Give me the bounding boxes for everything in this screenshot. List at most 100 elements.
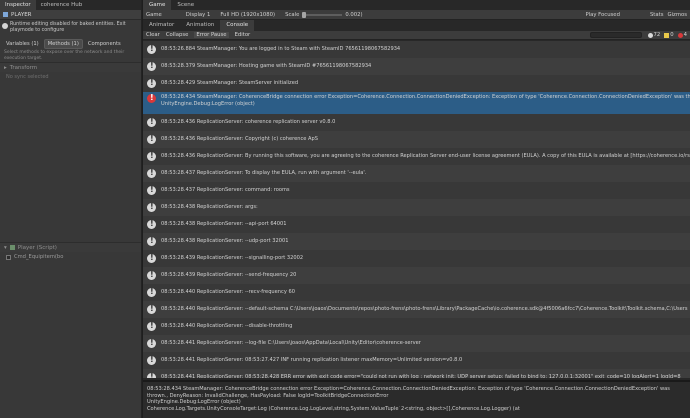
player-script-header[interactable]: ▾ Player (Script) — [0, 242, 141, 252]
play-mode-dropdown[interactable]: Play Focused — [585, 12, 619, 18]
log-entry-line: 08:53:28.429 SteamManager: SteamServer i… — [161, 80, 299, 87]
log-counts: 72 0 4 — [647, 32, 687, 38]
log-entry[interactable]: 08:53:28.438 ReplicationServer: --api-po… — [143, 216, 690, 233]
console-toolbar: Clear Collapse Error Pause Editor 72 0 4 — [143, 31, 690, 40]
transform-label: Transform — [9, 64, 38, 71]
error-count-toggle[interactable]: 4 — [677, 32, 687, 38]
log-entry[interactable]: 08:53:28.429 SteamManager: SteamServer i… — [143, 75, 690, 92]
view-tab-bar: Game Scene — [143, 0, 690, 10]
display-dropdown[interactable]: Display 1 — [186, 12, 211, 18]
log-entry[interactable]: 08:53:28.434 SteamManager: CoherenceBrid… — [143, 92, 690, 114]
log-entry-text: 08:53:28.436 ReplicationServer: coherenc… — [161, 119, 335, 126]
log-entry[interactable]: 08:53:28.437 ReplicationServer: command:… — [143, 182, 690, 199]
info-icon — [2, 23, 8, 29]
method-checkbox[interactable] — [6, 254, 11, 260]
info-count-toggle[interactable]: 72 — [647, 32, 661, 38]
tab-animator[interactable]: Animator — [143, 20, 180, 31]
console-log-list[interactable]: 08:53:26.884 SteamManager: You are logge… — [143, 41, 690, 378]
log-entry[interactable]: 08:53:28.439 ReplicationServer: --send-f… — [143, 267, 690, 284]
scale-slider[interactable] — [302, 11, 343, 18]
log-entry-line: 08:53:28.440 ReplicationServer: --disabl… — [161, 323, 293, 330]
log-entry-text: 08:53:28.440 ReplicationServer: --defaul… — [161, 306, 688, 313]
transform-hint: No sync selected — [6, 74, 49, 80]
editor-dropdown[interactable]: Editor — [235, 32, 251, 38]
clear-button[interactable]: Clear — [146, 32, 160, 38]
detail-line: 08:53:28.434 SteamManager: CoherenceBrid… — [147, 386, 670, 392]
tab-game[interactable]: Game — [143, 0, 172, 10]
log-entry-line: 08:53:28.441 ReplicationServer: 08:53:27… — [161, 357, 463, 364]
inspector-panel: Inspector coherence Hub PLAYER Runtime e… — [0, 0, 142, 418]
log-entry[interactable]: 08:53:28.439 ReplicationServer: --signal… — [143, 250, 690, 267]
info-count: 72 — [653, 32, 661, 38]
log-entry-text: 08:53:28.429 SteamManager: SteamServer i… — [161, 80, 298, 87]
subtab-components[interactable]: Components — [85, 40, 124, 48]
log-entry-line: 08:53:28.436 ReplicationServer: Copyrigh… — [161, 136, 319, 143]
log-entry-line: 08:53:28.439 ReplicationServer: --signal… — [161, 255, 304, 262]
error-icon — [677, 32, 683, 38]
log-entry[interactable]: 08:53:28.379 SteamManager: Hosting game … — [143, 58, 690, 75]
log-entry[interactable]: 08:53:28.436 ReplicationServer: coherenc… — [143, 114, 690, 131]
info-icon — [147, 219, 156, 229]
tab-coherence-hub[interactable]: coherence Hub — [36, 0, 88, 10]
tab-console[interactable]: Console — [220, 20, 255, 31]
log-entry[interactable]: 08:53:28.441 ReplicationServer: 08:53:28… — [143, 369, 690, 378]
log-entry-line: UnityEngine.Debug:LogError (object) — [161, 100, 255, 107]
game-toolbar: Game Display 1 Full HD (1920x1080) Scale… — [143, 10, 690, 20]
tab-inspector[interactable]: Inspector — [0, 0, 36, 10]
log-entry-line: 08:53:28.436 ReplicationServer: coherenc… — [161, 119, 336, 126]
warning-icon — [664, 32, 670, 38]
log-entry-text: 08:53:28.437 ReplicationServer: To displ… — [161, 170, 366, 177]
collapse-button[interactable]: Collapse — [166, 32, 189, 38]
log-entry[interactable]: 08:53:26.884 SteamManager: You are logge… — [143, 41, 690, 58]
gizmos-button[interactable]: Gizmos — [667, 12, 687, 18]
script-icon — [9, 245, 15, 250]
warning-count-toggle[interactable]: 0 — [664, 32, 674, 38]
tab-console-label: Console — [226, 22, 249, 28]
log-entry-line: 08:53:28.441 ReplicationServer: 08:53:28… — [161, 374, 681, 378]
tab-animator-label: Animator — [149, 22, 175, 28]
log-entry-text: 08:53:28.438 ReplicationServer: --udp-po… — [161, 238, 288, 245]
log-detail-panel[interactable]: 08:53:28.434 SteamManager: CoherenceBrid… — [143, 380, 690, 418]
log-entry[interactable]: 08:53:28.436 ReplicationServer: By runni… — [143, 148, 690, 165]
log-entry-text: 08:53:28.438 ReplicationServer: --api-po… — [161, 221, 287, 228]
info-icon — [147, 134, 156, 144]
console-search-input[interactable] — [589, 32, 642, 38]
method-field: Cmd_Equipitem(bo — [0, 252, 141, 262]
log-entry-text: 08:53:28.441 ReplicationServer: --log-fi… — [161, 340, 421, 347]
log-entry[interactable]: 08:53:28.436 ReplicationServer: Copyrigh… — [143, 131, 690, 148]
tab-scene-label: Scene — [177, 2, 195, 8]
log-entry-text: 08:53:28.441 ReplicationServer: 08:53:28… — [161, 374, 681, 378]
log-entry[interactable]: 08:53:28.438 ReplicationServer: --udp-po… — [143, 233, 690, 250]
log-entry[interactable]: 08:53:28.437 ReplicationServer: To displ… — [143, 165, 690, 182]
scale-value: 0.002) — [345, 11, 363, 18]
info-icon — [147, 185, 156, 195]
tab-scene[interactable]: Scene — [171, 0, 200, 10]
log-entry-line: 08:53:28.437 ReplicationServer: To displ… — [161, 170, 367, 177]
error-count: 4 — [683, 32, 687, 38]
resolution-dropdown[interactable]: Full HD (1920x1080) — [220, 12, 275, 18]
log-entry-text: 08:53:28.436 ReplicationServer: Copyrigh… — [161, 136, 318, 143]
game-mode-dropdown[interactable]: Game — [146, 12, 162, 18]
gameobject-icon — [3, 12, 8, 17]
log-entry[interactable]: 08:53:28.441 ReplicationServer: 08:53:27… — [143, 352, 690, 369]
collapse-arrow-icon: ▾ — [4, 244, 7, 251]
log-entry-text: 08:53:28.440 ReplicationServer: --disabl… — [161, 323, 292, 330]
subtab-methods[interactable]: Methods (1) — [43, 38, 83, 49]
info-icon — [147, 372, 156, 378]
tab-animation[interactable]: Animation — [180, 20, 220, 31]
error-pause-button[interactable]: Error Pause — [194, 32, 229, 38]
stats-button[interactable]: Stats — [650, 12, 664, 18]
log-entry-line: 08:53:28.438 ReplicationServer: --udp-po… — [161, 238, 289, 245]
info-icon — [147, 151, 156, 161]
log-entry[interactable]: 08:53:28.438 ReplicationServer: args: — [143, 199, 690, 216]
log-entry[interactable]: 08:53:28.440 ReplicationServer: --recv-f… — [143, 284, 690, 301]
log-entry[interactable]: 08:53:28.441 ReplicationServer: --log-fi… — [143, 335, 690, 352]
transform-component-header[interactable]: ▸ Transform — [0, 62, 141, 72]
log-entry-line: 08:53:28.438 ReplicationServer: --api-po… — [161, 221, 287, 228]
info-icon — [147, 202, 156, 212]
log-entry-text: 08:53:28.439 ReplicationServer: --send-f… — [161, 272, 296, 279]
info-icon — [147, 355, 156, 365]
log-entry[interactable]: 08:53:28.440 ReplicationServer: --disabl… — [143, 318, 690, 335]
subtab-variables[interactable]: Variables (1) — [3, 40, 42, 48]
log-entry[interactable]: 08:53:28.440 ReplicationServer: --defaul… — [143, 301, 690, 318]
